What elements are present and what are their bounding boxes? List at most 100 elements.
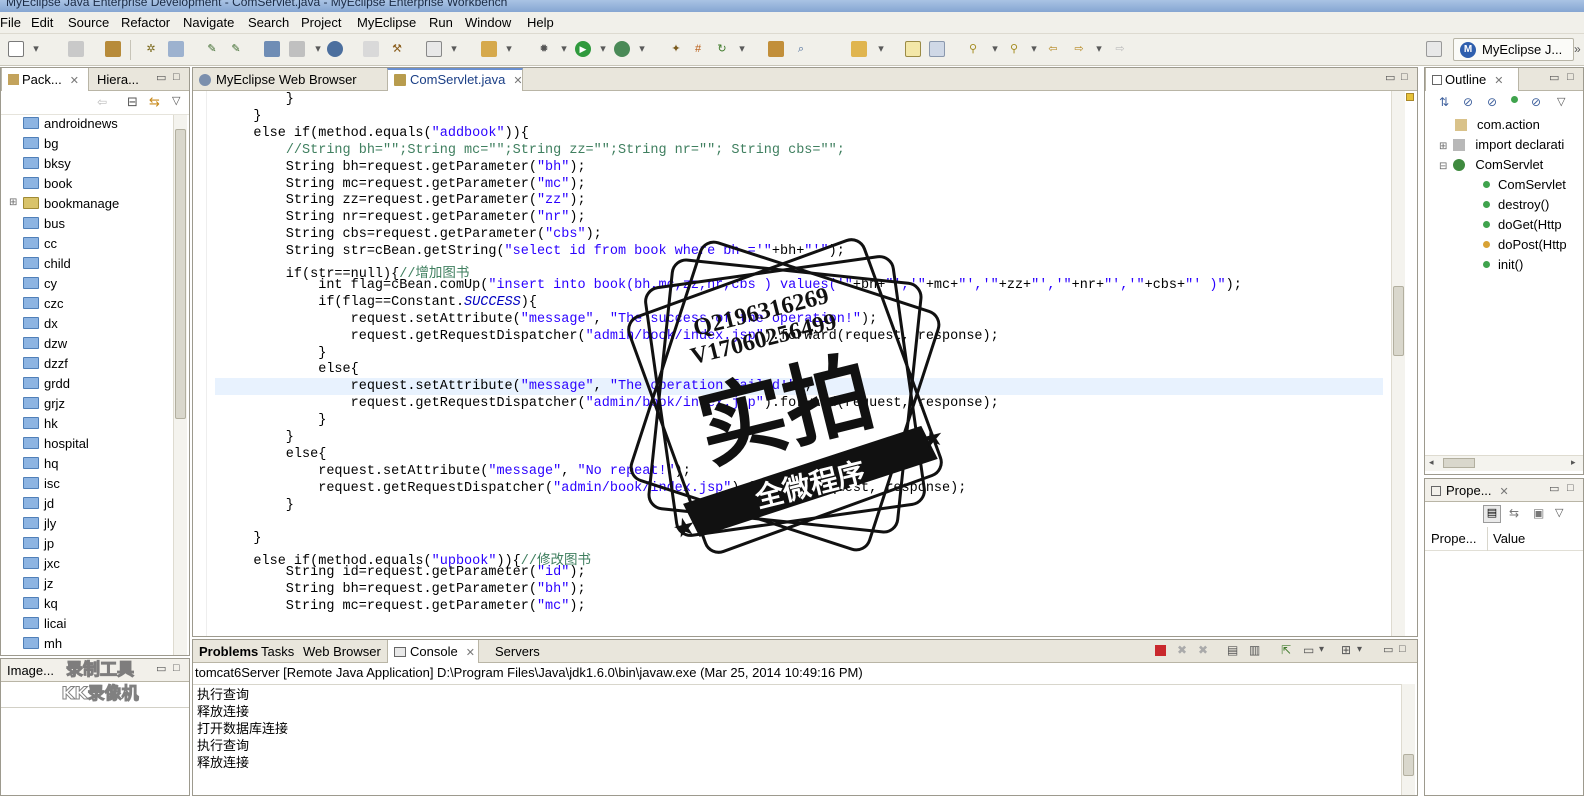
refresh-icon[interactable]: ↻ [714,41,730,57]
pin-console-icon[interactable]: ⇱ [1281,643,1291,657]
view-menu-icon[interactable]: ▽ [1555,506,1563,519]
hammer-icon[interactable]: ⚒ [389,41,405,57]
view-menu-icon[interactable]: ▽ [1557,95,1565,108]
tree-item[interactable]: dzw [23,336,67,356]
hide-static-icon[interactable]: ⊘ [1487,95,1497,109]
outline-item[interactable]: ⊟ ComServlet [1439,157,1543,172]
menu-file[interactable]: File [0,15,21,30]
dropdown-arrow-icon[interactable]: ▾ [501,41,517,57]
open-type-icon[interactable] [426,41,442,57]
outline-item[interactable]: destroy() [1483,197,1549,212]
tab-problems[interactable]: Problems [193,640,258,663]
tree-item[interactable]: jz [23,576,53,596]
hide-nonpublic-icon[interactable] [1511,96,1518,103]
outline-item[interactable]: init() [1483,257,1523,272]
debug-tools-icon[interactable]: ✲ [143,41,159,57]
wizard-icon[interactable]: ✎ [204,41,220,57]
menu-navigate[interactable]: Navigate [183,15,234,30]
run-icon[interactable]: ▶ [575,41,591,57]
maximize-icon[interactable]: □ [1399,643,1406,655]
tab-properties[interactable]: Prope... ✕ [1425,479,1525,502]
display-console-icon[interactable]: ▭ [1303,643,1314,657]
code-area[interactable]: } } else if(method.equals("addbook")){ /… [221,92,1393,632]
tree-item[interactable]: hk [23,416,58,436]
dropdown-arrow-icon[interactable]: ▾ [310,41,326,57]
run-external-icon[interactable] [614,41,630,57]
open-task-icon[interactable]: ✦ [668,41,684,57]
expand-icon[interactable]: ⊞ [9,197,17,208]
open-perspective-icon[interactable] [1426,41,1442,57]
bug-icon[interactable]: ✹ [536,41,552,57]
menu-source[interactable]: Source [68,15,109,30]
print-icon[interactable] [68,41,84,57]
tab-servers[interactable]: Servers [489,640,551,663]
forward-icon[interactable]: ⇨ [1071,41,1087,57]
tab-comservlet-java[interactable]: ComServlet.java ✕ [387,68,523,91]
menu-refactor[interactable]: Refactor [121,15,170,30]
outline-hscrollbar[interactable]: ◂ ▸ [1425,455,1583,471]
dropdown-arrow-icon[interactable]: ▾ [556,41,572,57]
last-edit-icon[interactable]: ⇨ [1112,41,1128,57]
menu-search[interactable]: Search [248,15,289,30]
scrollbar-thumb[interactable] [1443,458,1475,468]
tree-item[interactable]: jly [23,516,56,536]
outline-item[interactable]: ComServlet [1483,177,1566,192]
scrollbar-thumb[interactable] [1393,286,1404,356]
menu-run[interactable]: Run [429,15,453,30]
pin-icon[interactable]: ⚲ [965,41,981,57]
tree-item[interactable]: jd [23,496,54,516]
maximize-icon[interactable]: □ [1567,71,1574,83]
tree-item[interactable]: androidnews [23,116,118,136]
disabled-tool-icon[interactable] [363,41,379,57]
tree-item[interactable]: bksy [23,156,71,176]
tree-item[interactable]: hospital [23,436,89,456]
editor-scrollbar[interactable] [1391,91,1405,636]
scroll-right-icon[interactable]: ▸ [1571,457,1576,468]
remove-all-icon[interactable]: ✖ [1198,643,1208,657]
tab-web-browser-view[interactable]: Web Browser [297,640,387,663]
close-icon[interactable]: ✕ [70,75,79,87]
sort-icon[interactable]: ⇅ [1439,95,1449,109]
toggle-view-icon[interactable] [929,41,945,57]
wizard-2-icon[interactable]: ✎ [228,41,244,57]
dropdown-arrow-icon[interactable]: ▾ [634,41,650,57]
new-file-icon[interactable] [8,41,24,57]
remove-launch-icon[interactable]: ✖ [1177,643,1187,657]
terminate-icon[interactable] [1155,645,1166,656]
menu-window[interactable]: Window [465,15,511,30]
open-folder-icon[interactable] [768,41,784,57]
outline-item[interactable]: doPost(Http [1483,237,1567,252]
maximize-icon[interactable]: □ [173,662,180,674]
menu-project[interactable]: Project [301,15,341,30]
tree-item[interactable]: dzzf [23,356,68,376]
tab-outline[interactable]: Outline ✕ [1425,68,1519,91]
hide-local-types-icon[interactable]: ⊘ [1531,95,1541,109]
close-icon[interactable]: ✕ [1500,486,1509,498]
dropdown-arrow-icon[interactable]: ▾ [734,41,750,57]
back-icon[interactable]: ⇦ [97,95,107,109]
link-editor-icon[interactable]: ⇆ [149,94,160,110]
restore-default-icon[interactable]: ▣ [1533,506,1544,520]
grid-icon[interactable]: # [690,41,706,57]
tree-item[interactable]: dx [23,316,58,336]
categories-icon[interactable]: ▤ [1483,505,1501,523]
dropdown-arrow-icon[interactable]: ▾ [873,41,889,57]
server-icon[interactable] [264,41,280,57]
dropdown-arrow-icon[interactable]: ▾ [987,41,1003,57]
tab-hierarchy[interactable]: Hiera... [91,68,149,91]
tree-item[interactable]: grdd [23,376,70,396]
close-icon[interactable]: ✕ [513,75,522,87]
tree-item[interactable]: hq [23,456,58,476]
dropdown-arrow-icon[interactable]: ▾ [28,41,44,57]
tree-item[interactable]: cy [23,276,57,296]
minimize-icon[interactable]: ▭ [1549,482,1559,495]
tab-tasks[interactable]: Tasks [255,640,297,663]
scroll-lock-icon[interactable]: ▥ [1249,643,1260,657]
dropdown-arrow-icon[interactable]: ▾ [446,41,462,57]
scroll-left-icon[interactable]: ◂ [1429,457,1434,468]
tree-item[interactable]: licai [23,616,66,636]
dropdown-arrow-icon[interactable]: ▾ [1357,644,1362,655]
maximize-icon[interactable]: □ [1401,71,1408,83]
tree-item[interactable]: jp [23,536,54,556]
search-toolbar-icon[interactable]: ⌕ [793,41,809,57]
